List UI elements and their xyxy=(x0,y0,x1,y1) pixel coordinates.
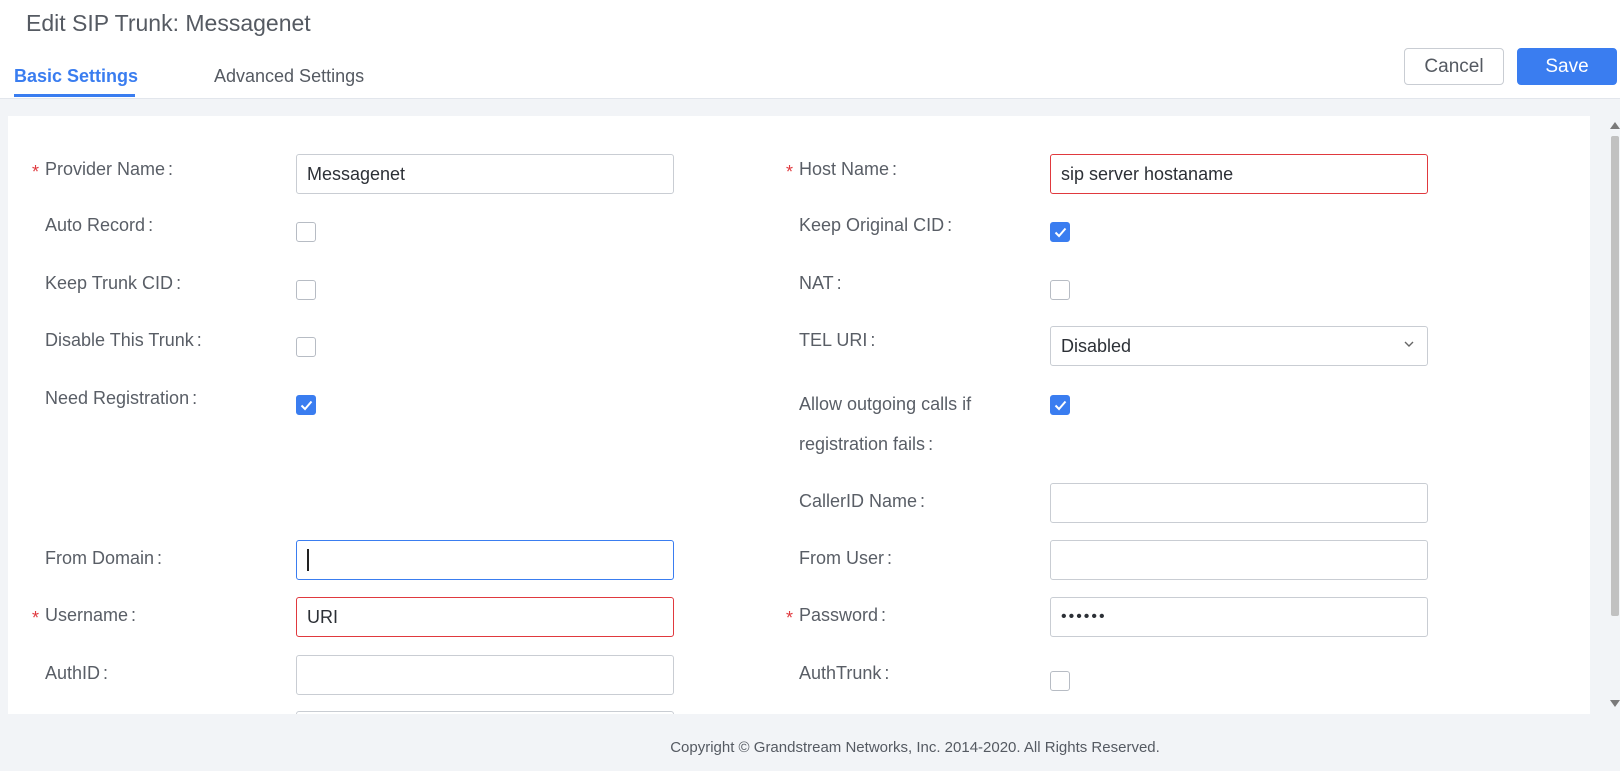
auto-record-label: Auto Record: xyxy=(45,215,154,235)
tel-uri-selected-value: Disabled xyxy=(1061,335,1132,356)
provider-name-input[interactable]: Messagenet xyxy=(296,154,674,194)
from-domain-label: From Domain: xyxy=(45,548,163,568)
from-user-input[interactable] xyxy=(1050,540,1428,580)
checkmark-icon xyxy=(1054,400,1067,411)
active-tab-indicator xyxy=(14,94,135,97)
disable-trunk-label: Disable This Trunk: xyxy=(45,330,202,350)
required-marker: * xyxy=(786,162,794,182)
authtrunk-checkbox[interactable] xyxy=(1050,671,1070,691)
authid-input[interactable] xyxy=(296,655,674,695)
required-marker: * xyxy=(786,608,794,628)
required-marker: * xyxy=(32,162,40,182)
need-registration-label: Need Registration: xyxy=(45,388,198,408)
allow-outgoing-label: Allow outgoing calls if registration fai… xyxy=(799,394,972,454)
nat-label: NAT: xyxy=(799,273,842,293)
cancel-button[interactable]: Cancel xyxy=(1404,48,1504,85)
save-button[interactable]: Save xyxy=(1517,48,1617,85)
header-bar: Edit SIP Trunk: Messagenet Basic Setting… xyxy=(0,0,1620,99)
auto-record-checkbox[interactable] xyxy=(296,222,316,242)
vertical-scrollbar[interactable] xyxy=(1608,118,1620,713)
tel-uri-select[interactable]: Disabled xyxy=(1050,326,1428,366)
keep-original-cid-label: Keep Original CID: xyxy=(799,215,953,235)
username-input[interactable]: URI xyxy=(296,597,674,637)
text-cursor xyxy=(307,549,309,571)
authid-label: AuthID: xyxy=(45,663,109,683)
settings-panel: * Provider Name: Messagenet Auto Record:… xyxy=(8,116,1590,714)
host-name-input[interactable]: sip server hostaname xyxy=(1050,154,1428,194)
page-title: Edit SIP Trunk: Messagenet xyxy=(26,10,311,36)
callerid-name-input[interactable] xyxy=(1050,483,1428,523)
chevron-down-icon xyxy=(1404,341,1414,347)
host-name-label: Host Name: xyxy=(799,159,898,179)
password-input[interactable]: •••••• xyxy=(1050,597,1428,637)
username-label: Username: xyxy=(45,605,137,625)
scroll-thumb[interactable] xyxy=(1611,136,1619,616)
tab-advanced-settings[interactable]: Advanced Settings xyxy=(214,66,364,87)
copyright-footer: Copyright © Grandstream Networks, Inc. 2… xyxy=(670,739,1160,756)
keep-original-cid-checkbox[interactable] xyxy=(1050,222,1070,242)
keep-trunk-cid-checkbox[interactable] xyxy=(296,280,316,300)
required-marker: * xyxy=(32,608,40,628)
tab-basic-settings[interactable]: Basic Settings xyxy=(14,66,138,87)
provider-name-label: Provider Name: xyxy=(45,159,174,179)
authtrunk-label: AuthTrunk: xyxy=(799,663,890,683)
from-domain-input[interactable] xyxy=(296,540,674,580)
scroll-down-arrow-icon[interactable] xyxy=(1610,700,1620,707)
password-label: Password: xyxy=(799,605,887,625)
keep-trunk-cid-label: Keep Trunk CID: xyxy=(45,273,182,293)
next-field-input[interactable] xyxy=(296,711,674,714)
callerid-name-label: CallerID Name: xyxy=(799,491,926,511)
from-user-label: From User: xyxy=(799,548,893,568)
scroll-up-arrow-icon[interactable] xyxy=(1610,122,1620,129)
tel-uri-label: TEL URI: xyxy=(799,330,876,350)
need-registration-checkbox[interactable] xyxy=(296,395,316,415)
nat-checkbox[interactable] xyxy=(1050,280,1070,300)
disable-trunk-checkbox[interactable] xyxy=(296,337,316,357)
allow-outgoing-checkbox[interactable] xyxy=(1050,395,1070,415)
checkmark-icon xyxy=(1054,227,1067,238)
checkmark-icon xyxy=(300,400,313,411)
